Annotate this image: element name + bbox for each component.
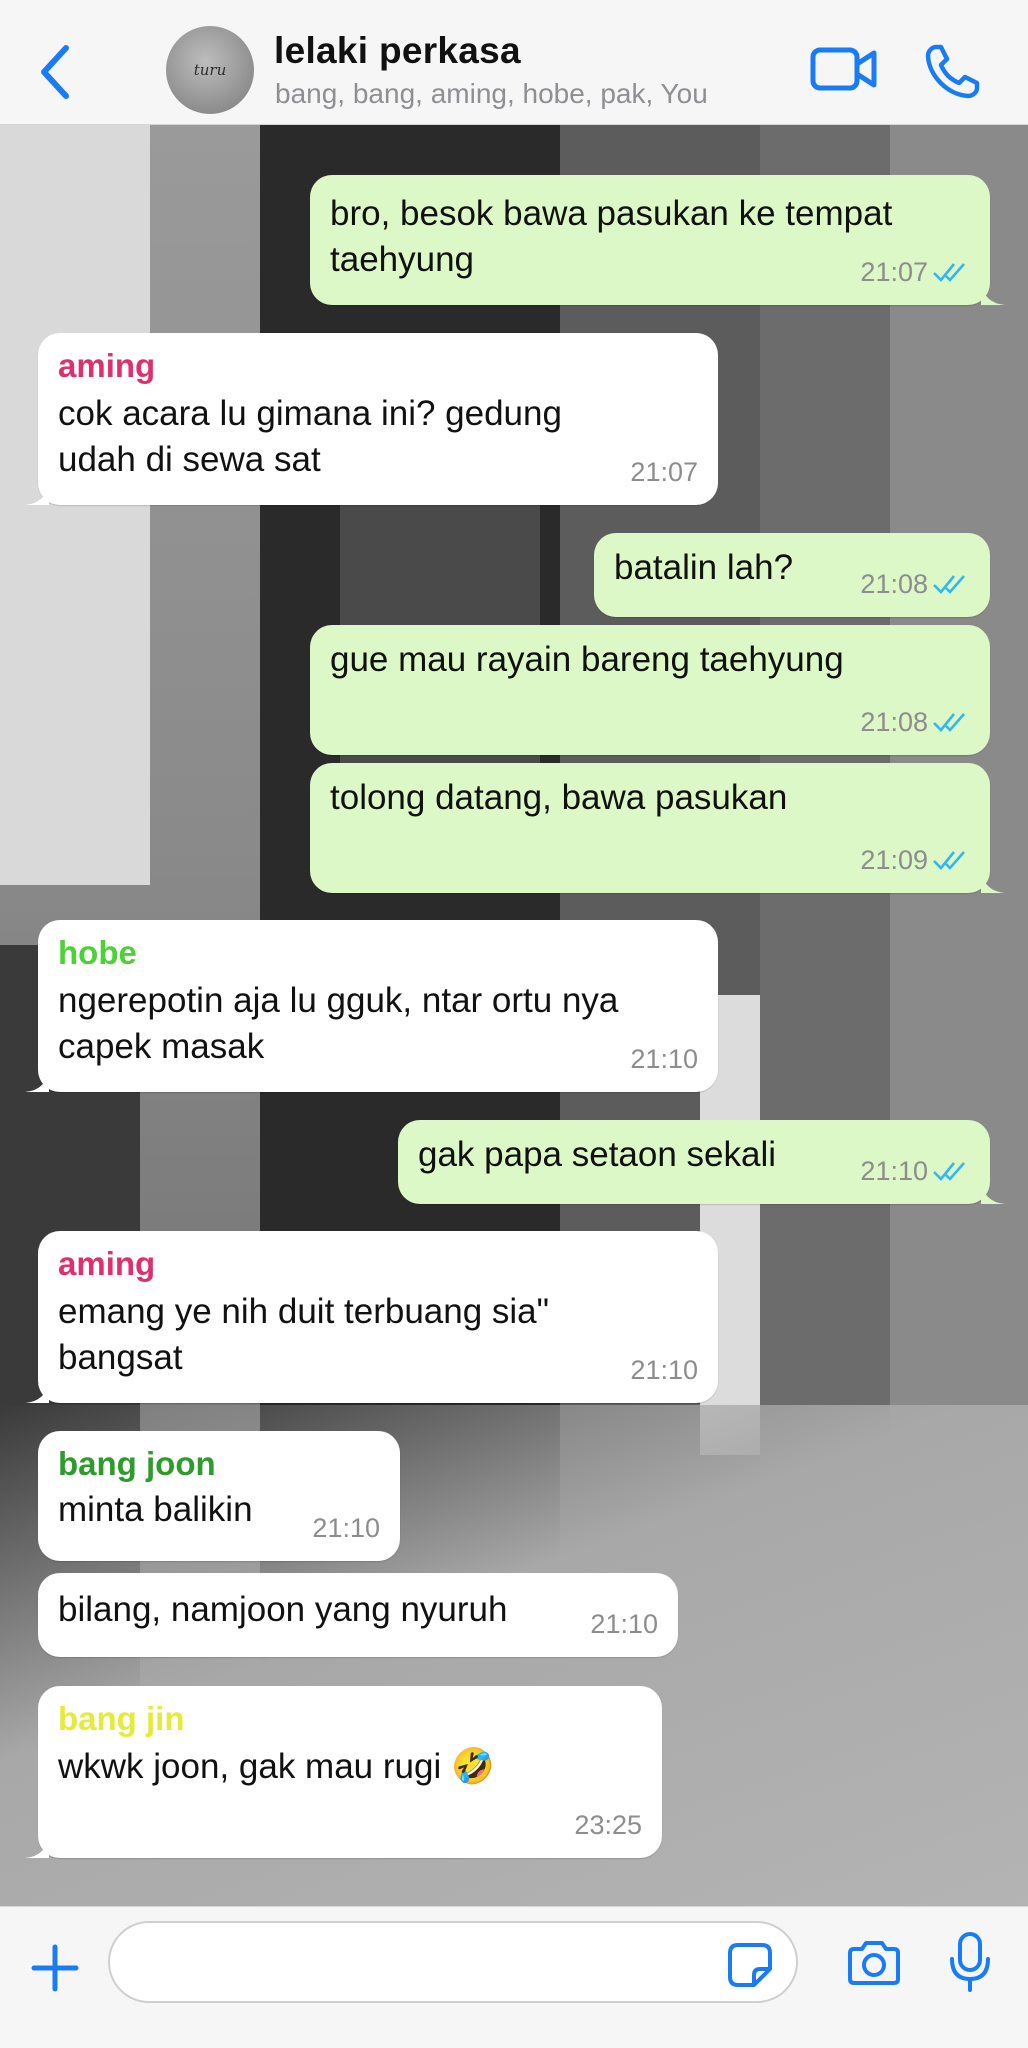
message-time: 21:10 — [312, 1513, 380, 1543]
message-meta: 21:07 — [860, 249, 972, 295]
double-check-icon — [933, 1162, 965, 1181]
message-text-line: bro, besok bawa pasukan ke tempat — [330, 194, 893, 233]
message-time: 21:09 — [860, 845, 928, 875]
message-time: 21:08 — [860, 707, 928, 737]
message-text-line: tolong datang, bawa pasukan — [330, 778, 788, 817]
sender-name[interactable]: hobe — [58, 930, 137, 976]
message-meta: 21:07 — [630, 449, 698, 495]
camera-button[interactable] — [846, 1939, 902, 1987]
chat-title[interactable]: lelaki perkasa — [274, 30, 521, 72]
wallpaper-panel — [0, 125, 150, 885]
video-call-button[interactable] — [810, 44, 878, 94]
message-bubble-outgoing[interactable]: gue mau rayain bareng taehyung 21:08 — [310, 625, 990, 755]
bubble-tail — [981, 869, 1005, 893]
chat-header: turu lelaki perkasa bang, bang, aming, h… — [0, 0, 1028, 125]
bubble-tail — [981, 1180, 1005, 1204]
video-camera-icon — [810, 47, 877, 91]
message-time: 21:10 — [590, 1609, 658, 1639]
double-check-icon — [933, 263, 965, 282]
sticker-button[interactable] — [726, 1941, 774, 1989]
message-time: 21:10 — [860, 1156, 928, 1186]
message-text-line: cok acara lu gimana ini? gedung — [58, 394, 562, 433]
message-text-line: udah di sewa sat — [58, 440, 321, 479]
sender-name[interactable]: bang jin — [58, 1696, 185, 1742]
message-bubble-incoming[interactable]: aming cok acara lu gimana ini? gedung ud… — [25, 333, 718, 505]
sender-name[interactable]: aming — [58, 1241, 155, 1287]
bubble-tail — [25, 1379, 49, 1403]
message-meta: 21:08 — [860, 561, 972, 607]
message-meta: 23:25 — [574, 1802, 642, 1848]
message-text-line: emang ye nih duit terbuang sia" — [58, 1292, 550, 1331]
phone-icon — [925, 44, 980, 99]
chat-participants[interactable]: bang, bang, aming, hobe, pak, You — [275, 78, 708, 110]
message-bubble-incoming[interactable]: aming emang ye nih duit terbuang sia" ba… — [25, 1231, 718, 1403]
message-meta: 21:08 — [860, 699, 972, 745]
microphone-icon — [950, 1932, 990, 1992]
message-text-line: gue mau rayain bareng taehyung — [330, 640, 844, 679]
message-text-line: minta balikin — [58, 1490, 253, 1529]
message-time: 21:07 — [630, 457, 698, 487]
camera-icon — [848, 1941, 900, 1985]
message-text-line: gak papa setaon sekali — [418, 1135, 777, 1174]
avatar-text: turu — [193, 61, 227, 79]
bubble-tail — [25, 1834, 49, 1858]
message-composer — [0, 1906, 1028, 2048]
message-meta: 21:10 — [312, 1505, 380, 1551]
message-input[interactable] — [138, 1937, 698, 1989]
message-meta: 21:10 — [630, 1347, 698, 1393]
bubble-tail — [25, 1068, 49, 1092]
message-bubble-outgoing[interactable]: bro, besok bawa pasukan ke tempat taehyu… — [310, 175, 1005, 305]
message-text-line: bangsat — [58, 1338, 183, 1377]
message-meta: 21:09 — [860, 837, 972, 883]
double-check-icon — [933, 713, 965, 732]
group-avatar[interactable]: turu — [166, 26, 254, 114]
microphone-button[interactable] — [948, 1931, 992, 1993]
message-bubble-outgoing[interactable]: gak papa setaon sekali 21:10 — [398, 1120, 1005, 1204]
message-bubble-outgoing[interactable]: tolong datang, bawa pasukan 21:09 — [310, 763, 1005, 893]
message-bubble-incoming[interactable]: bang joon minta balikin 21:10 — [38, 1431, 400, 1561]
message-text-line: capek masak — [58, 1027, 265, 1066]
message-time: 21:10 — [630, 1044, 698, 1074]
message-list[interactable]: bro, besok bawa pasukan ke tempat taehyu… — [0, 125, 1028, 1906]
message-meta: 21:10 — [590, 1601, 658, 1647]
message-text-line: bilang, namjoon yang nyuruh — [58, 1590, 508, 1629]
chevron-left-icon — [41, 45, 69, 99]
message-time: 21:07 — [860, 257, 928, 287]
message-text-line: batalin lah? — [614, 548, 794, 587]
message-text-line: ngerepotin aja lu gguk, ntar ortu nya — [58, 981, 619, 1020]
double-check-icon — [933, 851, 965, 870]
message-input-wrapper[interactable] — [108, 1921, 798, 2003]
message-text-line: taehyung — [330, 240, 475, 279]
message-time: 21:08 — [860, 569, 928, 599]
message-time: 21:10 — [630, 1355, 698, 1385]
double-check-icon — [933, 575, 965, 594]
attach-button[interactable] — [30, 1943, 80, 1993]
sticker-icon — [728, 1943, 772, 1987]
message-bubble-incoming[interactable]: bang jin wkwk joon, gak mau rugi 🤣 23:25 — [25, 1686, 662, 1858]
message-meta: 21:10 — [630, 1036, 698, 1082]
plus-icon — [31, 1944, 79, 1992]
back-button[interactable] — [36, 42, 76, 102]
message-bubble-incoming[interactable]: bilang, namjoon yang nyuruh 21:10 — [38, 1573, 678, 1657]
voice-call-button[interactable] — [922, 42, 982, 102]
bubble-tail — [25, 481, 49, 505]
message-bubble-incoming[interactable]: hobe ngerepotin aja lu gguk, ntar ortu n… — [25, 920, 718, 1092]
sender-name[interactable]: aming — [58, 343, 155, 389]
message-meta: 21:10 — [860, 1148, 972, 1194]
bubble-tail — [981, 281, 1005, 305]
sender-name[interactable]: bang joon — [58, 1441, 216, 1487]
message-text-line: wkwk joon, gak mau rugi 🤣 — [58, 1747, 495, 1786]
message-time: 23:25 — [574, 1810, 642, 1840]
message-bubble-outgoing[interactable]: batalin lah? 21:08 — [594, 533, 990, 617]
